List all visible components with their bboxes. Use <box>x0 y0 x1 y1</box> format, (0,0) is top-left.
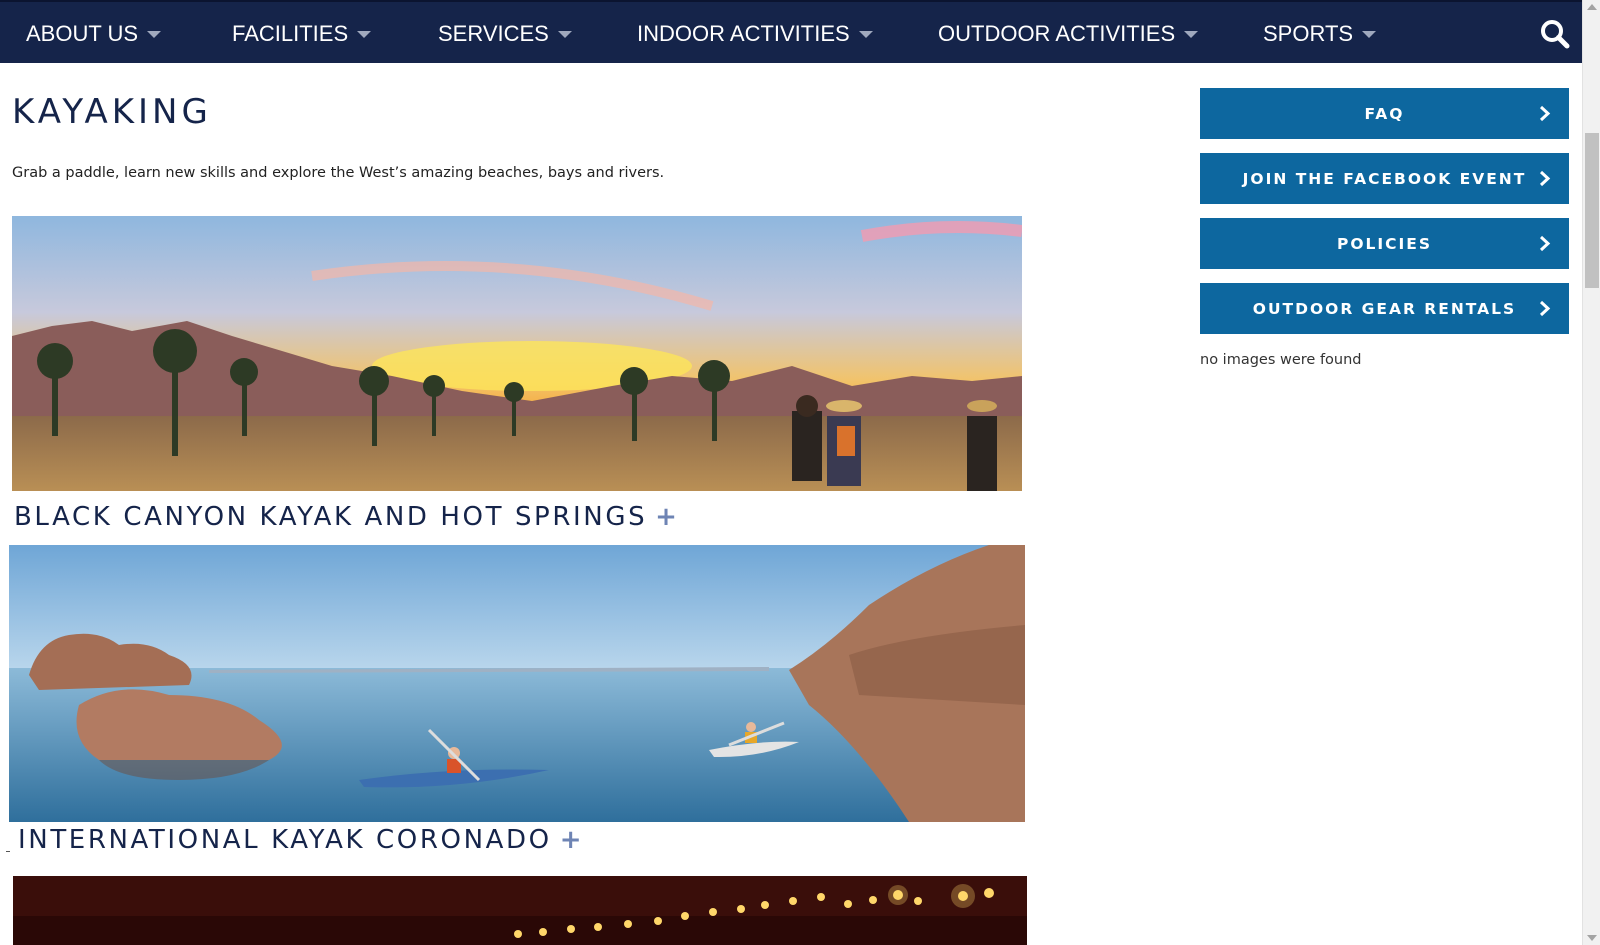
night-lights-image <box>13 876 1027 945</box>
nav-item-facilities[interactable]: FACILITIES <box>232 2 372 65</box>
faq-button-label: FAQ <box>1364 104 1405 123</box>
vertical-scrollbar[interactable] <box>1582 0 1600 945</box>
nav-item-label: OUTDOOR ACTIVITIES <box>938 20 1176 46</box>
section-heading-black-canyon[interactable]: BLACK CANYON KAYAK AND HOT SPRINGS + <box>14 502 680 532</box>
policies-button[interactable]: POLICIES <box>1200 218 1569 269</box>
caret-down-icon <box>1362 31 1377 38</box>
section-heading-text: INTERNATIONAL KAYAK CORONADO <box>18 825 552 855</box>
nav-item-label: SERVICES <box>438 20 549 46</box>
chevron-right-icon <box>1539 300 1551 317</box>
section-heading-coronado[interactable]: INTERNATIONAL KAYAK CORONADO + <box>18 825 584 855</box>
nav-item-indoor-activities[interactable]: INDOOR ACTIVITIES <box>637 2 873 65</box>
caret-down-icon <box>557 31 572 38</box>
night-event-photo[interactable] <box>13 876 1027 945</box>
caret-down-icon <box>1184 31 1199 38</box>
nav-item-sports[interactable]: SPORTS <box>1263 2 1377 65</box>
nav-item-label: FACILITIES <box>232 20 349 46</box>
kayakers-bay-image <box>9 545 1025 822</box>
scroll-up-arrow-icon[interactable] <box>1587 4 1597 10</box>
chevron-right-icon <box>1539 235 1551 252</box>
top-navigation: ABOUT US FACILITIES SERVICES INDOOR ACTI… <box>0 0 1582 63</box>
caret-down-icon <box>858 31 873 38</box>
nav-item-label: ABOUT US <box>26 20 139 46</box>
nav-item-services[interactable]: SERVICES <box>438 2 572 65</box>
nav-item-outdoor-activities[interactable]: OUTDOOR ACTIVITIES <box>938 2 1199 65</box>
faq-button[interactable]: FAQ <box>1200 88 1569 139</box>
nav-item-label: INDOOR ACTIVITIES <box>637 20 850 46</box>
chevron-right-icon <box>1539 105 1551 122</box>
chevron-right-icon <box>1539 170 1551 187</box>
nav-item-about-us[interactable]: ABOUT US <box>26 2 162 65</box>
kayak-coronado-photo[interactable] <box>9 545 1025 822</box>
outdoor-gear-rentals-button[interactable]: OUTDOOR GEAR RENTALS <box>1200 283 1569 334</box>
nav-item-label: SPORTS <box>1263 20 1354 46</box>
stray-dot <box>6 851 10 852</box>
section-heading-text: BLACK CANYON KAYAK AND HOT SPRINGS <box>14 502 648 532</box>
policies-button-label: POLICIES <box>1336 234 1433 253</box>
caret-down-icon <box>357 31 372 38</box>
facebook-event-button-label: JOIN THE FACEBOOK EVENT <box>1242 169 1527 188</box>
expand-plus-icon[interactable]: + <box>560 825 584 855</box>
intro-text: Grab a paddle, learn new skills and expl… <box>12 165 665 181</box>
search-icon[interactable] <box>1540 19 1570 49</box>
black-canyon-photo[interactable] <box>12 216 1022 491</box>
scroll-down-arrow-icon[interactable] <box>1587 935 1597 941</box>
facebook-event-button[interactable]: JOIN THE FACEBOOK EVENT <box>1200 153 1569 204</box>
scrollbar-thumb[interactable] <box>1585 133 1599 288</box>
desert-sunset-image <box>12 216 1022 491</box>
expand-plus-icon[interactable]: + <box>655 502 679 532</box>
outdoor-gear-rentals-button-label: OUTDOOR GEAR RENTALS <box>1252 299 1517 318</box>
page-title: KAYAKING <box>12 92 212 132</box>
caret-down-icon <box>147 31 162 38</box>
gallery-empty-message: no images were found <box>1200 352 1362 368</box>
